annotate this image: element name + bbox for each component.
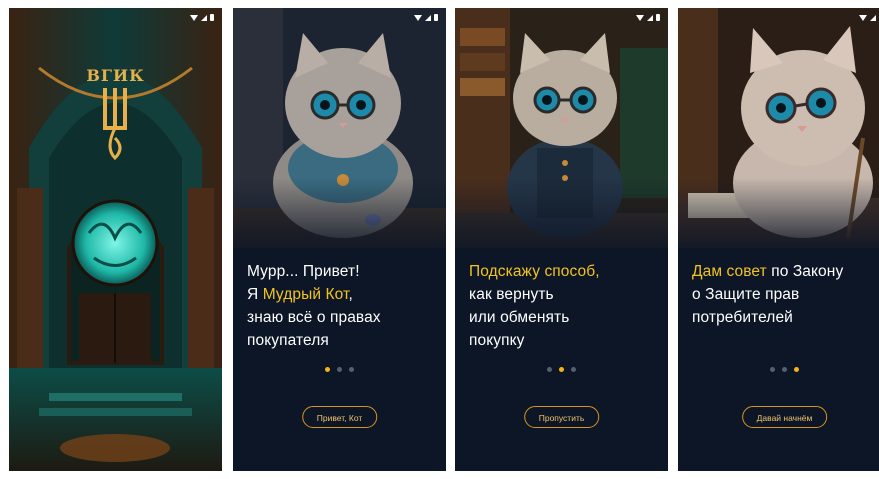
page-dot <box>571 367 576 372</box>
battery-icon <box>434 14 438 21</box>
message-line: о Защите прав <box>692 283 879 306</box>
page-indicator <box>233 367 446 372</box>
message-line: Подскажу способ, <box>469 260 664 283</box>
message-line: Дам совет по Закону <box>692 260 879 283</box>
message-text: потребителей <box>692 309 793 326</box>
message-text: Я <box>247 286 263 303</box>
battery-icon <box>656 14 660 21</box>
message-text: покупку <box>469 332 525 349</box>
page-dot <box>349 367 354 372</box>
page-dot-active <box>794 367 799 372</box>
message-line: знаю всё о правах <box>247 306 442 329</box>
status-bar <box>636 14 660 21</box>
onboarding-message: Дам совет по Закону о Защите прав потребит… <box>692 260 879 329</box>
onboarding-message: Мурр... Привет! Я Мудрый Кот, знаю всё о п… <box>247 260 442 352</box>
onboarding-screen-1: Мурр... Привет! Я Мудрый Кот, знаю всё о п… <box>233 8 446 471</box>
message-line: Я Мудрый Кот, <box>247 283 442 306</box>
splash-screen: ВГИК <box>9 8 222 471</box>
page-dot-active <box>325 367 330 372</box>
page-dot <box>547 367 552 372</box>
onboarding-screen-3: Дам совет по Закону о Защите прав потребит… <box>678 8 879 471</box>
page-dot <box>770 367 775 372</box>
message-line: потребителей <box>692 306 879 329</box>
wifi-icon <box>636 14 644 21</box>
skip-button[interactable]: Пропустить <box>523 406 600 428</box>
page-indicator <box>678 367 879 372</box>
vgik-logo: ВГИК <box>86 66 145 85</box>
status-bar <box>859 14 879 21</box>
message-line: покупку <box>469 329 664 352</box>
signal-icon <box>201 14 207 21</box>
status-bar <box>190 14 214 21</box>
page-dot <box>782 367 787 372</box>
onboarding-screen-2: Подскажу способ, как вернуть или обменять п… <box>455 8 668 471</box>
message-text: как вернуть <box>469 286 554 303</box>
wifi-icon <box>859 14 867 21</box>
message-text: или обменять <box>469 309 570 326</box>
status-bar <box>414 14 438 21</box>
message-text: Мурр... Привет! <box>247 263 360 280</box>
message-text: о Защите прав <box>692 286 800 303</box>
message-line: как вернуть <box>469 283 664 306</box>
highlight-text: Мудрый Кот <box>262 286 349 303</box>
page-dot-active <box>559 367 564 372</box>
message-line: Мурр... Привет! <box>247 260 442 283</box>
signal-icon <box>870 14 876 21</box>
wifi-icon <box>190 14 198 21</box>
lets-start-button[interactable]: Давай начнём <box>741 406 828 428</box>
message-text: знаю всё о правах <box>247 309 381 326</box>
message-line: или обменять <box>469 306 664 329</box>
message-text: , <box>348 286 353 303</box>
highlight-text: Подскажу способ, <box>469 263 600 280</box>
page-dot <box>337 367 342 372</box>
onboarding-message: Подскажу способ, как вернуть или обменять п… <box>469 260 664 352</box>
page-indicator <box>455 367 668 372</box>
message-text: по Закону <box>766 263 844 280</box>
highlight-text: Дам совет <box>692 263 767 280</box>
wifi-icon <box>414 14 422 21</box>
battery-icon <box>210 14 214 21</box>
signal-icon <box>425 14 431 21</box>
signal-icon <box>647 14 653 21</box>
hello-cat-button[interactable]: Привет, Кот <box>301 406 378 428</box>
message-text: покупателя <box>247 332 329 349</box>
message-line: покупателя <box>247 329 442 352</box>
